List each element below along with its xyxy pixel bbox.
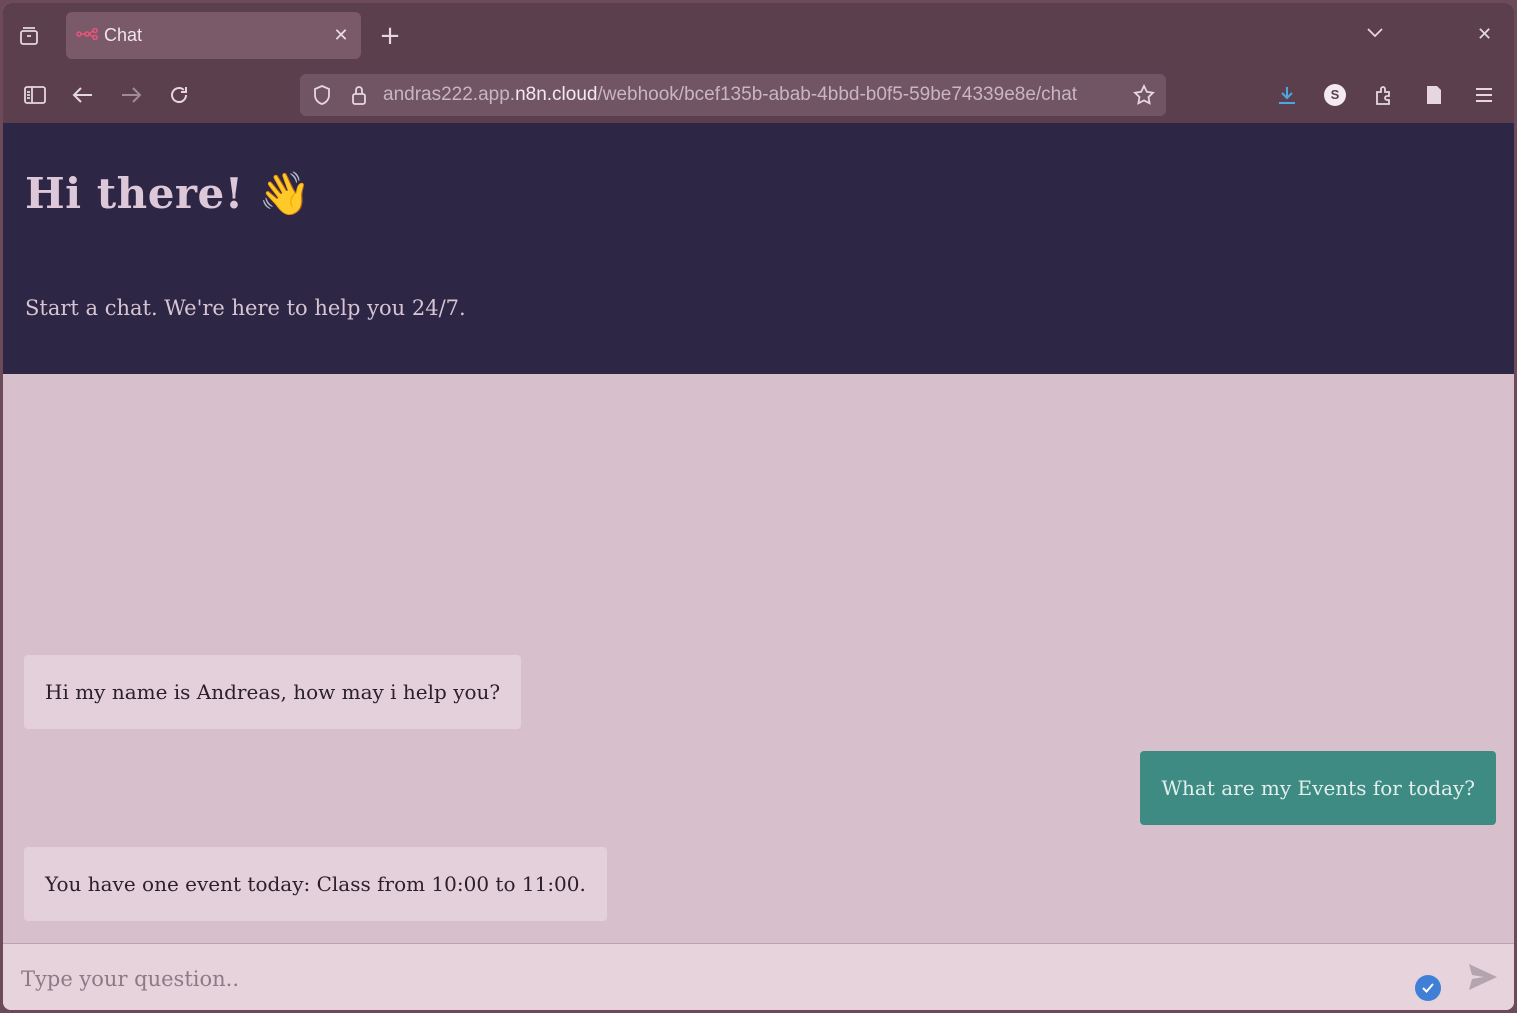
chevron-down-icon[interactable] <box>1366 23 1384 42</box>
n8n-icon <box>76 27 104 44</box>
bot-message: You have one event today: Class from 10:… <box>24 847 607 921</box>
page-title: Hi there! 👋 <box>25 169 312 218</box>
reload-icon[interactable] <box>165 81 193 109</box>
close-tab-icon[interactable]: ✕ <box>331 25 351 46</box>
bot-message: Hi my name is Andreas, how may i help yo… <box>24 655 522 729</box>
chat-header: Hi there! 👋 Start a chat. We're here to … <box>3 123 1514 374</box>
send-button[interactable] <box>1467 962 1501 994</box>
forward-arrow-icon[interactable] <box>117 81 145 109</box>
message-list: Hi my name is Andreas, how may i help yo… <box>3 374 1514 943</box>
navigation-toolbar: andras222.app.n8n.cloud/webhook/bcef135b… <box>3 68 1514 124</box>
profile-initial: S <box>1324 84 1346 106</box>
account-avatar[interactable]: S <box>1321 81 1349 109</box>
url-text[interactable]: andras222.app.n8n.cloud/webhook/bcef135b… <box>383 74 1077 116</box>
checkmark-icon <box>1415 975 1441 1001</box>
lock-icon[interactable] <box>345 81 373 109</box>
question-input[interactable] <box>19 958 1403 1000</box>
tab-title: Chat <box>104 25 143 45</box>
menu-icon[interactable] <box>1470 81 1498 109</box>
new-tab-button[interactable]: + <box>375 21 405 51</box>
address-bar[interactable]: andras222.app.n8n.cloud/webhook/bcef135b… <box>300 74 1166 116</box>
shield-icon[interactable] <box>308 81 336 109</box>
chat-composer <box>3 943 1514 1010</box>
browser-window: Chat ✕ + ✕ andras222.app.n8n.cloud/webho… <box>3 3 1514 1010</box>
page-subtitle: Start a chat. We're here to help you 24/… <box>25 296 466 320</box>
send-icon <box>1469 964 1497 990</box>
back-arrow-icon[interactable] <box>69 81 97 109</box>
download-icon[interactable] <box>1273 81 1301 109</box>
extensions-icon[interactable] <box>1370 81 1398 109</box>
bookmark-star-icon[interactable] <box>1130 81 1158 109</box>
user-message: What are my Events for today? <box>1140 751 1496 825</box>
tab-strip: Chat ✕ + ✕ <box>3 3 1514 68</box>
close-window-icon[interactable]: ✕ <box>1477 24 1492 45</box>
page-icon[interactable] <box>1420 81 1448 109</box>
tab-chat[interactable]: Chat ✕ <box>66 12 361 59</box>
tab-groups-icon[interactable] <box>3 10 55 62</box>
sidebar-icon[interactable] <box>21 81 49 109</box>
